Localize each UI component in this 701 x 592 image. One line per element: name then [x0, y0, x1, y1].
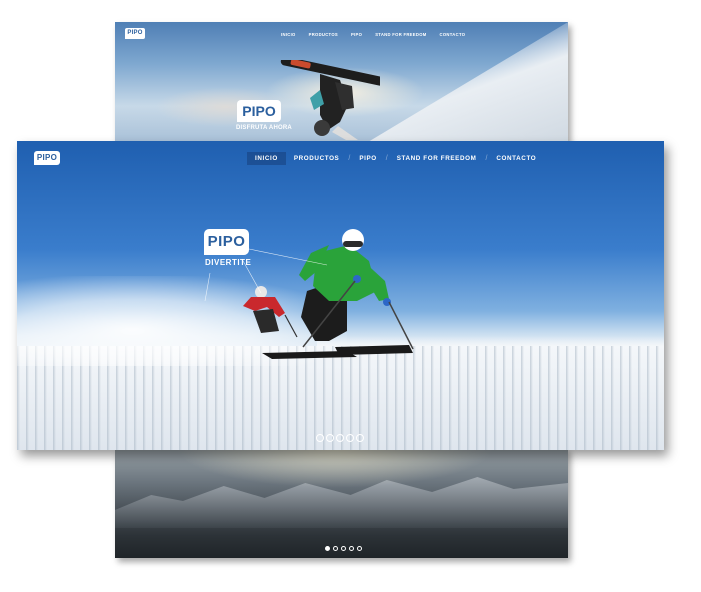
- nav-item-pipo[interactable]: PIPO: [351, 32, 362, 37]
- slider-pagination: [316, 434, 364, 442]
- logo[interactable]: PIPO: [34, 151, 60, 165]
- slider-dot[interactable]: [333, 546, 338, 551]
- slider-dot[interactable]: [326, 434, 334, 442]
- nav-item-productos[interactable]: PRODUCTOS: [309, 32, 338, 37]
- slider-dot[interactable]: [346, 434, 354, 442]
- nav-item-stand-for-freedom[interactable]: STAND FOR FREEDOM: [375, 32, 426, 37]
- hero-tagline: DISFRUTA AHORA: [236, 125, 292, 131]
- slider-dot[interactable]: [316, 434, 324, 442]
- hero-badge: PIPO: [204, 229, 249, 255]
- screenshot-top-preview: PIPO INICIO PRODUCTOS PIPO STAND FOR FRE…: [115, 22, 568, 142]
- nav-item-productos[interactable]: PRODUCTOS: [286, 152, 348, 165]
- skiers-image: [204, 229, 414, 359]
- nav-item-contacto[interactable]: CONTACTO: [440, 32, 466, 37]
- snowboarder-image: [280, 60, 380, 140]
- top-nav-preview: INICIO PRODUCTOS PIPO STAND FOR FREEDOM …: [281, 32, 465, 37]
- slider-dot[interactable]: [341, 546, 346, 551]
- nav-item-contacto[interactable]: CONTACTO: [488, 152, 544, 165]
- screenshot-bottom-preview: [115, 448, 568, 558]
- main-nav: INICIO PRODUCTOS / PIPO / STAND FOR FREE…: [247, 152, 544, 165]
- nav-item-inicio[interactable]: INICIO: [281, 32, 296, 37]
- slider-dot[interactable]: [349, 546, 354, 551]
- sunlight-glow: [175, 448, 495, 488]
- slider-dot[interactable]: [356, 434, 364, 442]
- logo[interactable]: PIPO: [125, 28, 145, 39]
- nav-item-stand-for-freedom[interactable]: STAND FOR FREEDOM: [389, 152, 485, 165]
- slider-dot[interactable]: [325, 546, 330, 551]
- hero-tagline: DIVERTITE: [205, 258, 252, 267]
- slider-dot[interactable]: [357, 546, 362, 551]
- hero-badge: PIPO: [237, 100, 281, 122]
- slider-pagination: [325, 546, 362, 551]
- nav-item-inicio[interactable]: INICIO: [247, 152, 286, 165]
- slider-dot[interactable]: [336, 434, 344, 442]
- screenshot-main: PIPO INICIO PRODUCTOS / PIPO / STAND FOR…: [17, 141, 664, 450]
- nav-item-pipo[interactable]: PIPO: [351, 152, 384, 165]
